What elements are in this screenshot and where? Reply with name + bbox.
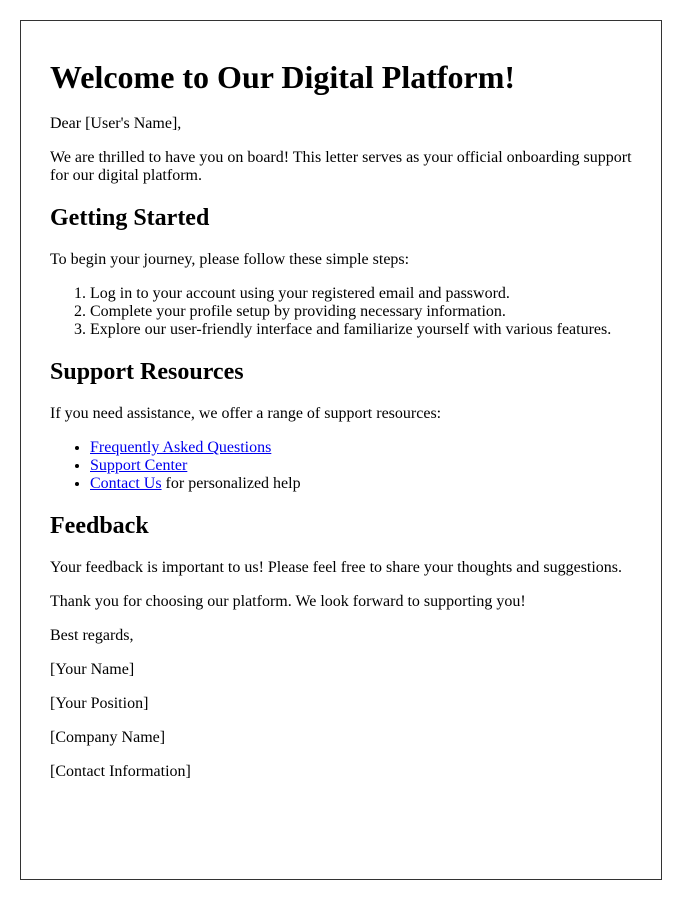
support-list: Frequently Asked Questions Support Cente… <box>50 439 632 493</box>
letter-container: Welcome to Our Digital Platform! Dear [U… <box>20 20 662 880</box>
steps-list: Log in to your account using your regist… <box>50 285 632 339</box>
support-item: Contact Us for personalized help <box>90 475 632 493</box>
support-item: Support Center <box>90 457 632 475</box>
faq-link[interactable]: Frequently Asked Questions <box>90 439 271 456</box>
signature-company: [Company Name] <box>50 729 166 746</box>
support-lead: If you need assistance, we offer a range… <box>50 405 442 422</box>
support-section: Support Resources If you need assistance… <box>50 358 632 493</box>
feedback-section: Feedback Your feedback is important to u… <box>50 512 632 577</box>
support-center-link[interactable]: Support Center <box>90 457 187 474</box>
step-item: Complete your profile setup by providing… <box>90 303 632 321</box>
step-item: Explore our user-friendly interface and … <box>90 321 632 339</box>
intro-paragraph: We are thrilled to have you on board! Th… <box>50 149 632 184</box>
getting-started-heading: Getting Started <box>50 205 210 231</box>
getting-started-section: Getting Started To begin your journey, p… <box>50 204 632 339</box>
signature-contact: [Contact Information] <box>50 763 191 780</box>
feedback-heading: Feedback <box>50 513 149 539</box>
getting-started-lead: To begin your journey, please follow the… <box>50 251 410 268</box>
signature-block: Best regards, [Your Name] [Your Position… <box>50 627 632 781</box>
support-heading: Support Resources <box>50 359 244 385</box>
closing-text: Thank you for choosing our platform. We … <box>50 593 526 610</box>
contact-us-link[interactable]: Contact Us <box>90 475 162 492</box>
signoff: Best regards, <box>50 627 134 644</box>
signature-position: [Your Position] <box>50 695 149 712</box>
letter-title: Welcome to Our Digital Platform! <box>50 59 516 95</box>
step-item: Log in to your account using your regist… <box>90 285 632 303</box>
greeting: Dear [User's Name], <box>50 115 182 132</box>
support-item: Frequently Asked Questions <box>90 439 632 457</box>
contact-us-suffix: for personalized help <box>161 475 301 492</box>
signature-name: [Your Name] <box>50 661 135 678</box>
feedback-text: Your feedback is important to us! Please… <box>50 559 623 576</box>
